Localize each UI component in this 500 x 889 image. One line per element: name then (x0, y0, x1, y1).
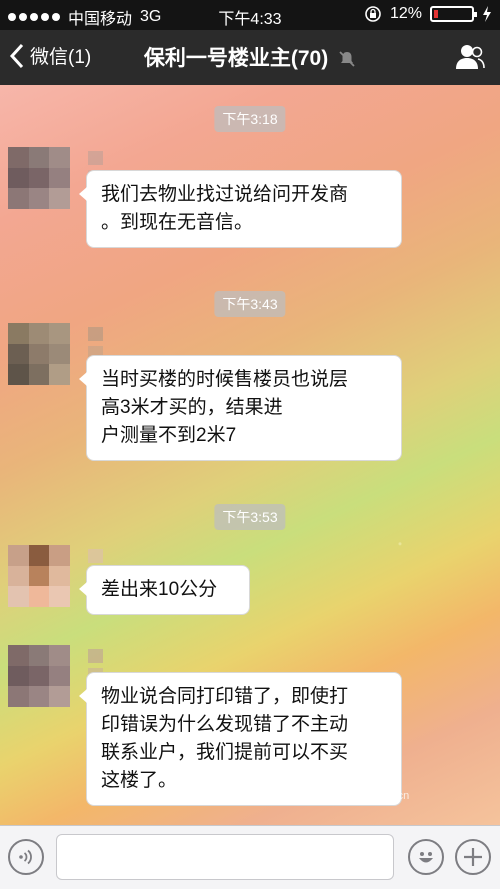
emoji-button[interactable] (408, 839, 444, 875)
timestamp: 下午3:18 (214, 106, 286, 132)
nav-bar: 微信(1) 保利一号楼业主(70) (0, 30, 500, 85)
message-bubble[interactable]: 差出来10公分 (79, 565, 250, 615)
message-text: 高3米才买的，结果进 (101, 397, 283, 418)
chevron-left-icon (9, 43, 24, 68)
status-bar: 中国移动 3G 下午4:33 12% (0, 0, 500, 30)
message-text: 。到现在无音信。 (101, 212, 254, 233)
voice-button[interactable] (8, 839, 44, 875)
sender-name-blurred (88, 151, 103, 184)
message-text: 差出来10公分 (101, 579, 218, 600)
sender-name-blurred (88, 327, 103, 360)
avatar[interactable] (8, 545, 70, 607)
avatar[interactable] (8, 323, 70, 385)
battery-level (434, 10, 438, 18)
voice-icon (19, 849, 32, 865)
battery-percent: 12% (389, 5, 422, 22)
battery-icon (430, 6, 477, 22)
input-bar (0, 825, 500, 889)
avatar[interactable] (8, 645, 70, 707)
watermark-logo: 东北网 (290, 772, 368, 799)
rotation-lock-icon (365, 6, 381, 22)
plus-icon (464, 848, 482, 866)
back-label: 微信(1) (30, 47, 92, 68)
avatar[interactable] (8, 147, 70, 209)
message-bubble[interactable]: 我们去物业找过说给问开发商 。到现在无音信。 (79, 170, 402, 248)
timestamp: 下午3:53 (214, 504, 286, 530)
message-list[interactable]: 下午3:18 我们去物业找过说给问开发商 。到现在无音信。 下午3:43 当时买… (0, 85, 500, 825)
mute-icon (339, 51, 355, 68)
message-text: 我们去物业找过说给问开发商 (101, 184, 349, 205)
message-text: 当时买楼的时候售楼员也说层 (101, 369, 349, 390)
back-button[interactable]: 微信(1) (8, 42, 91, 69)
message-text: 印错误为什么发现错了不主动 (101, 714, 349, 735)
sender-name-blurred (88, 549, 103, 601)
chat-title: 保利一号楼业主(70) (143, 47, 329, 70)
contacts-icon[interactable] (454, 42, 486, 72)
message-text: 户测量不到2米7 (101, 425, 237, 446)
message-input[interactable] (56, 834, 394, 880)
message-text: 联系业户，我们提前可以不买 (101, 742, 349, 763)
charging-icon (483, 6, 491, 22)
timestamp: 下午3:43 (214, 291, 286, 317)
emoji-icon (419, 852, 433, 863)
chat-title-wrap: 保利一号楼业主(70) (90, 42, 410, 72)
sender-name-blurred (88, 649, 103, 682)
watermark-url: dbw.cn (375, 790, 410, 802)
message-bubble[interactable]: 当时买楼的时候售楼员也说层 高3米才买的，结果进 户测量不到2米7 (79, 355, 402, 461)
more-button[interactable] (455, 839, 491, 875)
message-text: 物业说合同打印错了，即使打 (101, 686, 349, 707)
